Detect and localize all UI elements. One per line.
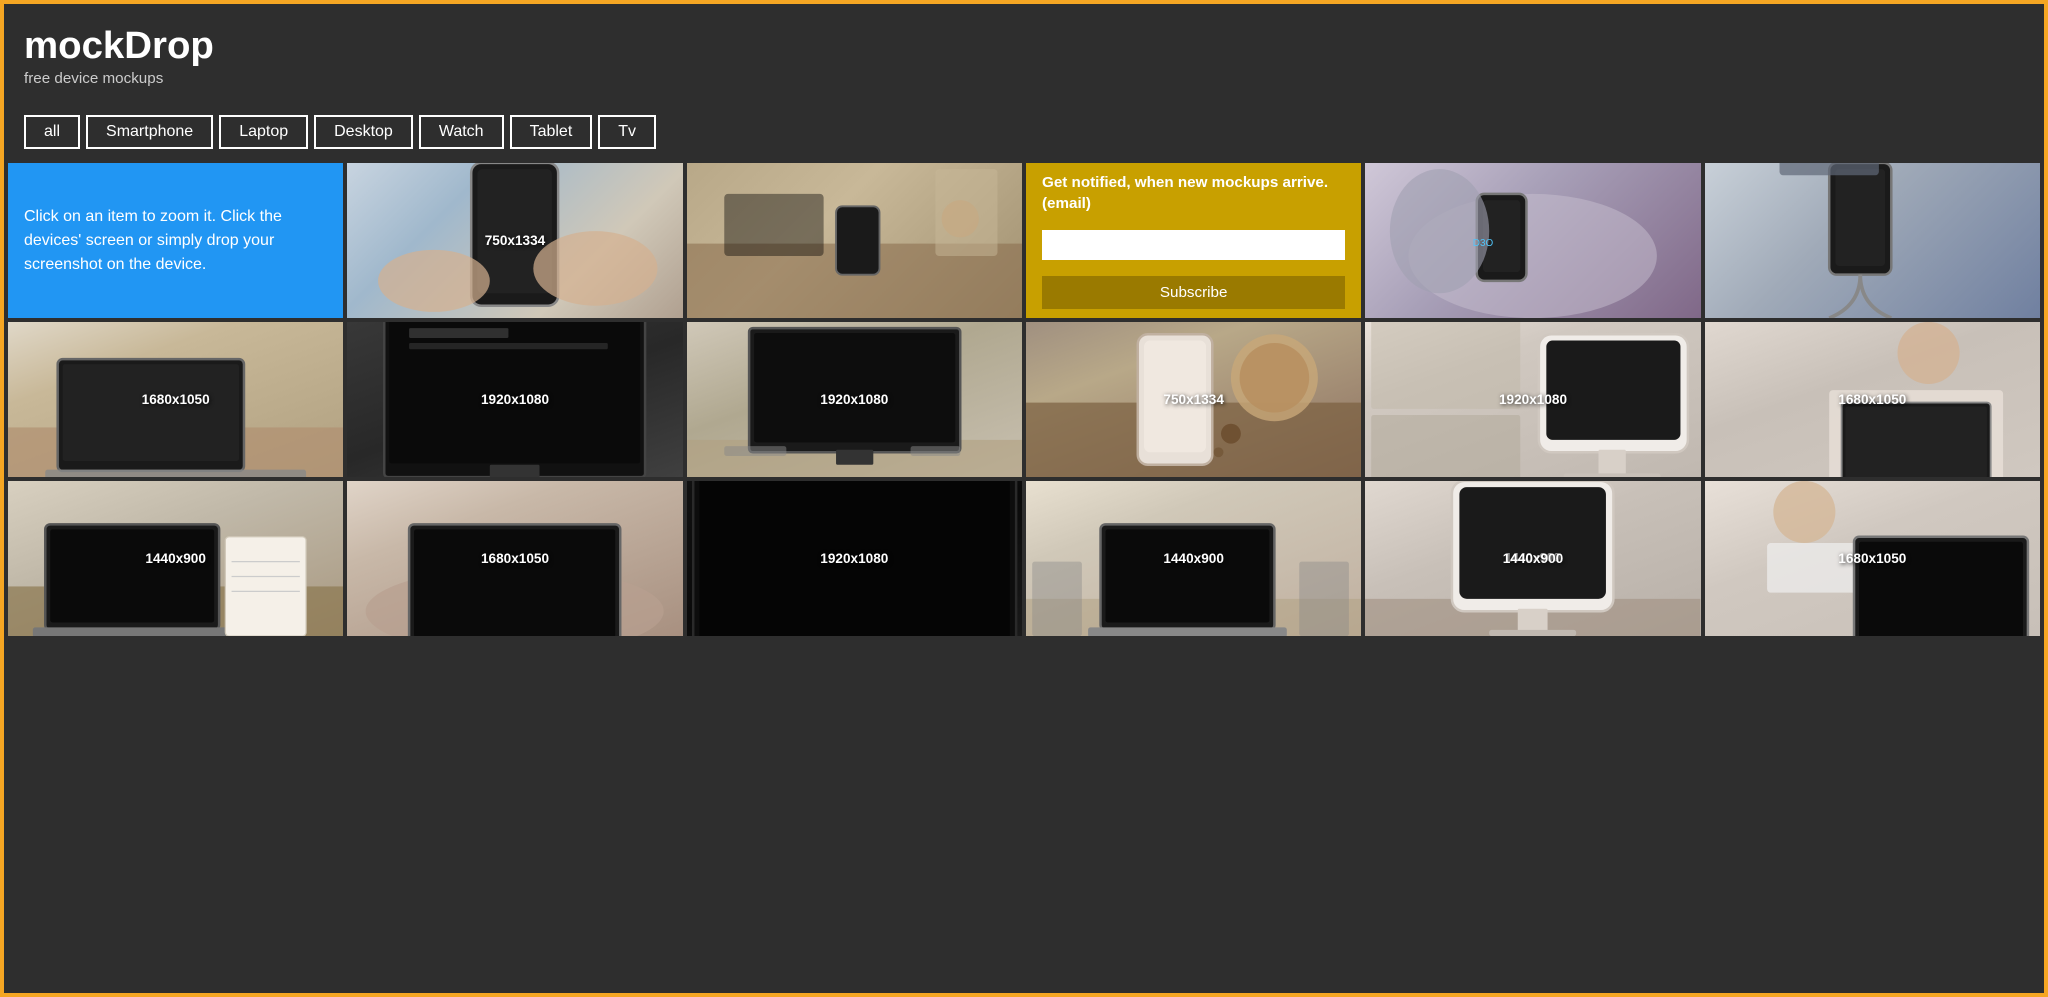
resolution-label: 750x1334 — [1163, 392, 1223, 407]
grid-row-2: 1680x1050 1920x1080 — [8, 322, 2040, 477]
filter-laptop[interactable]: Laptop — [219, 115, 308, 149]
filter-tablet[interactable]: Tablet — [510, 115, 593, 149]
list-item[interactable]: 750x1334 — [1026, 322, 1361, 477]
resolution-label: 1920x1080 — [820, 392, 888, 407]
resolution-label: 1680x1050 — [1838, 551, 1906, 566]
filter-watch[interactable]: Watch — [419, 115, 504, 149]
list-item[interactable]: 1920x1080 — [687, 481, 1022, 636]
site-subtitle: free device mockups — [24, 70, 2024, 87]
resolution-label: 1680x1050 — [481, 551, 549, 566]
resolution-label: 1440x900 — [1503, 551, 1563, 566]
email-input[interactable] — [1042, 230, 1345, 260]
mockup-grid: Click on an item to zoom it. Click the d… — [4, 163, 2044, 644]
list-item[interactable]: 1440x900 — [8, 481, 343, 636]
resolution-label: 1680x1050 — [1838, 392, 1906, 407]
resolution-label: 750x1334 — [485, 233, 545, 248]
resolution-label: 1680x1050 — [142, 392, 210, 407]
filter-tv[interactable]: Tv — [598, 115, 656, 149]
resolution-label: 1920x1080 — [820, 551, 888, 566]
resolution-label: 1440x900 — [145, 551, 205, 566]
info-box: Click on an item to zoom it. Click the d… — [8, 163, 343, 318]
resolution-label: 1440x900 — [1163, 551, 1223, 566]
subscribe-button[interactable]: Subscribe — [1042, 276, 1345, 309]
grid-row-3: 1440x900 1680x1050 — [8, 481, 2040, 636]
list-item[interactable]: 1920x1080 — [347, 322, 682, 477]
svg-text:D3O: D3O — [1473, 238, 1494, 249]
list-item[interactable]: 1680x1050 — [8, 322, 343, 477]
list-item[interactable] — [1705, 163, 2040, 318]
subscribe-heading: Get notified, when new mockups arrive. (… — [1042, 172, 1345, 215]
header: mockDrop free device mockups — [4, 4, 2044, 97]
site-title: mockDrop — [24, 24, 2024, 68]
resolution-label: 1920x1080 — [481, 392, 549, 407]
filter-all[interactable]: all — [24, 115, 80, 149]
list-item[interactable]: 750x1334 — [347, 163, 682, 318]
filter-bar: all Smartphone Laptop Desktop Watch Tabl… — [4, 97, 2044, 163]
list-item[interactable]: 1680x1050 — [347, 481, 682, 636]
list-item[interactable]: D3O — [1365, 163, 1700, 318]
grid-row-1: Click on an item to zoom it. Click the d… — [8, 163, 2040, 318]
resolution-label: 1920x1080 — [1499, 392, 1567, 407]
subscribe-box: Get notified, when new mockups arrive. (… — [1026, 163, 1361, 318]
list-item[interactable]: 1680x1050 — [1705, 481, 2040, 636]
filter-smartphone[interactable]: Smartphone — [86, 115, 213, 149]
info-text: Click on an item to zoom it. Click the d… — [24, 205, 327, 277]
filter-desktop[interactable]: Desktop — [314, 115, 413, 149]
list-item[interactable] — [687, 163, 1022, 318]
list-item[interactable]: 1440x900 — [1026, 481, 1361, 636]
list-item[interactable]: 1440x900 1440x900 — [1365, 481, 1700, 636]
list-item[interactable]: 1920x1080 — [1365, 322, 1700, 477]
list-item[interactable]: 1680x1050 — [1705, 322, 2040, 477]
list-item[interactable]: 1920x1080 — [687, 322, 1022, 477]
